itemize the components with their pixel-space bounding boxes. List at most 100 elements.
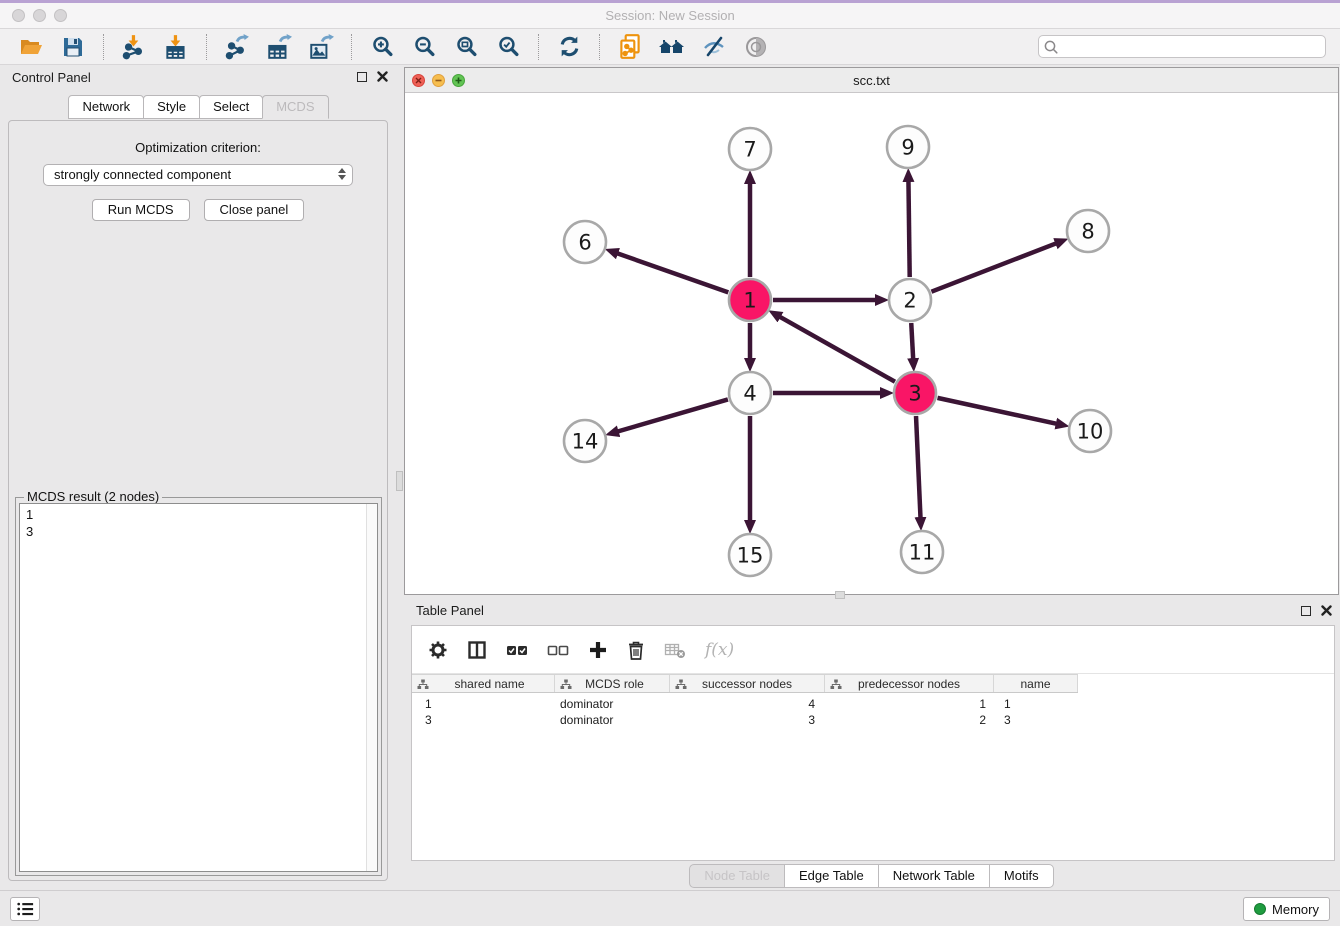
- graph-node-1[interactable]: 1: [729, 279, 771, 321]
- deselect-all-icon[interactable]: [547, 642, 569, 658]
- hide-selected-icon[interactable]: [698, 32, 730, 62]
- result-item[interactable]: 3: [26, 523, 371, 540]
- import-network-icon[interactable]: [118, 32, 150, 62]
- table-cell[interactable]: dominator: [555, 697, 670, 711]
- column-header-successor-nodes[interactable]: successor nodes: [670, 675, 825, 692]
- tab-motifs[interactable]: Motifs: [989, 864, 1054, 888]
- graph-node-8[interactable]: 8: [1067, 210, 1109, 252]
- table-row[interactable]: 3dominator323: [412, 712, 1334, 728]
- table-cell[interactable]: 1: [994, 697, 1078, 711]
- table-cell[interactable]: 2: [825, 713, 994, 727]
- refresh-view-icon[interactable]: [553, 32, 585, 62]
- graph-node-11[interactable]: 11: [901, 531, 943, 573]
- search-icon: [1043, 39, 1059, 55]
- toolbar-separator: [538, 34, 539, 60]
- column-view-icon[interactable]: [467, 640, 487, 660]
- select-all-icon[interactable]: [506, 642, 528, 658]
- memory-label: Memory: [1272, 902, 1319, 917]
- column-header-shared-name[interactable]: shared name: [412, 675, 555, 692]
- show-selected-icon[interactable]: [740, 32, 772, 62]
- delete-table-icon[interactable]: [664, 641, 686, 659]
- save-session-icon[interactable]: [57, 32, 89, 62]
- tab-edge-table[interactable]: Edge Table: [784, 864, 879, 888]
- add-column-icon[interactable]: [588, 640, 608, 660]
- horizontal-splitter-grip[interactable]: [835, 591, 845, 599]
- graph-node-6[interactable]: 6: [564, 221, 606, 263]
- graph-edge-3-10[interactable]: [937, 398, 1056, 424]
- graph-node-9[interactable]: 9: [887, 126, 929, 168]
- table-cell[interactable]: 4: [670, 697, 825, 711]
- tab-network[interactable]: Network: [68, 95, 144, 119]
- network-window-titlebar[interactable]: scc.txt: [405, 68, 1338, 93]
- column-header-mcds-role[interactable]: MCDS role: [555, 675, 670, 692]
- copy-network-view-icon[interactable]: [614, 32, 646, 62]
- column-header-name[interactable]: name: [994, 675, 1078, 692]
- delete-column-icon[interactable]: [627, 640, 645, 660]
- splitter-grip[interactable]: [396, 471, 403, 491]
- graph-edge-2-9[interactable]: [908, 181, 909, 277]
- table-panel: Table Panel f(x) shared name MCDS rol: [404, 599, 1340, 893]
- close-panel-icon[interactable]: [377, 71, 388, 82]
- table-cell[interactable]: 3: [994, 713, 1078, 727]
- table-cell[interactable]: 1: [825, 697, 994, 711]
- tab-network-table[interactable]: Network Table: [878, 864, 990, 888]
- control-panel-tabs: Network Style Select MCDS: [0, 95, 396, 119]
- graph-node-10[interactable]: 10: [1069, 410, 1111, 452]
- graph-node-2[interactable]: 2: [889, 279, 931, 321]
- graph-node-3[interactable]: 3: [894, 372, 936, 414]
- show-all-networks-icon[interactable]: [656, 32, 688, 62]
- node-table: shared name MCDS role successor nodes pr…: [412, 674, 1334, 728]
- zoom-fit-icon[interactable]: [450, 32, 482, 62]
- close-panel-button[interactable]: Close panel: [204, 199, 305, 221]
- graph-edge-2-8[interactable]: [931, 243, 1056, 291]
- graph-edge-4-14[interactable]: [618, 399, 728, 431]
- run-mcds-button[interactable]: Run MCDS: [92, 199, 190, 221]
- table-cell[interactable]: 1: [412, 697, 555, 711]
- zoom-out-icon[interactable]: [408, 32, 440, 62]
- graph-node-14[interactable]: 14: [564, 420, 606, 462]
- zoom-in-icon[interactable]: [366, 32, 398, 62]
- application-window: Session: New Session: [0, 0, 1340, 926]
- float-table-panel-icon[interactable]: [1301, 606, 1311, 616]
- export-image-icon[interactable]: [305, 32, 337, 62]
- column-header-predecessor-nodes[interactable]: predecessor nodes: [825, 675, 994, 692]
- result-item[interactable]: 1: [26, 506, 371, 523]
- show-task-history-button[interactable]: [10, 897, 40, 921]
- graph-node-7[interactable]: 7: [729, 128, 771, 170]
- float-panel-icon[interactable]: [357, 72, 367, 82]
- tab-select[interactable]: Select: [199, 95, 263, 119]
- graph-node-4[interactable]: 4: [729, 372, 771, 414]
- table-row[interactable]: 1dominator411: [412, 696, 1334, 712]
- mcds-result-list[interactable]: 13: [19, 503, 378, 872]
- table-cell[interactable]: dominator: [555, 713, 670, 727]
- open-session-icon[interactable]: [15, 32, 47, 62]
- zoom-selected-icon[interactable]: [492, 32, 524, 62]
- memory-button[interactable]: Memory: [1243, 897, 1330, 921]
- close-table-panel-icon[interactable]: [1321, 605, 1332, 616]
- graph-edge-3-1[interactable]: [780, 317, 895, 382]
- search-input[interactable]: [1038, 35, 1326, 58]
- table-cell[interactable]: 3: [412, 713, 555, 727]
- graph-edge-1-6[interactable]: [617, 253, 728, 292]
- column-type-icon: [830, 679, 842, 690]
- table-cell[interactable]: 3: [670, 713, 825, 727]
- tab-node-table[interactable]: Node Table: [689, 864, 785, 888]
- graph-edge-2-3[interactable]: [911, 323, 913, 359]
- optimization-criterion-select[interactable]: strongly connected component: [43, 164, 353, 186]
- network-graph[interactable]: 7 9 6 8 1 2 4 3 14 10 15 11: [405, 93, 1338, 594]
- tab-mcds[interactable]: MCDS: [262, 95, 328, 119]
- vertical-splitter[interactable]: [396, 65, 404, 893]
- table-settings-icon[interactable]: [428, 640, 448, 660]
- tab-style[interactable]: Style: [143, 95, 200, 119]
- node-label: 15: [737, 544, 764, 568]
- result-scrollbar[interactable]: [366, 504, 377, 871]
- graph-node-15[interactable]: 15: [729, 534, 771, 576]
- node-table-body: 1dominator4113dominator323: [412, 693, 1334, 728]
- edges-layer: [617, 181, 1057, 521]
- function-builder-icon[interactable]: f(x): [705, 640, 734, 660]
- status-bar: Memory: [0, 890, 1340, 926]
- import-table-icon[interactable]: [160, 32, 192, 62]
- export-table-icon[interactable]: [263, 32, 295, 62]
- graph-edge-3-11[interactable]: [916, 416, 920, 518]
- export-network-icon[interactable]: [221, 32, 253, 62]
